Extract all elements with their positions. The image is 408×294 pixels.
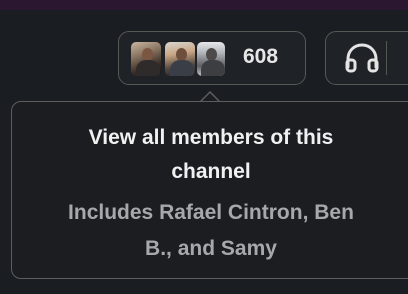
member-avatar-1 <box>129 40 163 78</box>
huddle-divider <box>386 41 387 75</box>
tooltip-subtitle-line-2: B., and Samy <box>145 237 277 260</box>
huddle-button[interactable] <box>325 31 408 85</box>
top-strip <box>0 0 408 10</box>
member-avatar-2 <box>163 40 197 78</box>
member-count: 608 <box>243 45 279 68</box>
members-tooltip: View all members of this channel Include… <box>11 101 408 279</box>
tooltip-subtitle: Includes Rafael Cintron, Ben B., and Sam… <box>12 195 408 267</box>
view-members-button[interactable]: 608 <box>118 31 306 85</box>
tooltip-title: View all members of this channel <box>12 121 408 189</box>
member-avatar-3 <box>195 40 227 78</box>
tooltip-title-line-1: View all members of this <box>88 126 334 149</box>
headphones-icon <box>345 43 379 73</box>
tooltip-subtitle-line-1: Includes Rafael Cintron, Ben <box>68 201 354 224</box>
tooltip-title-line-2: channel <box>171 160 251 183</box>
